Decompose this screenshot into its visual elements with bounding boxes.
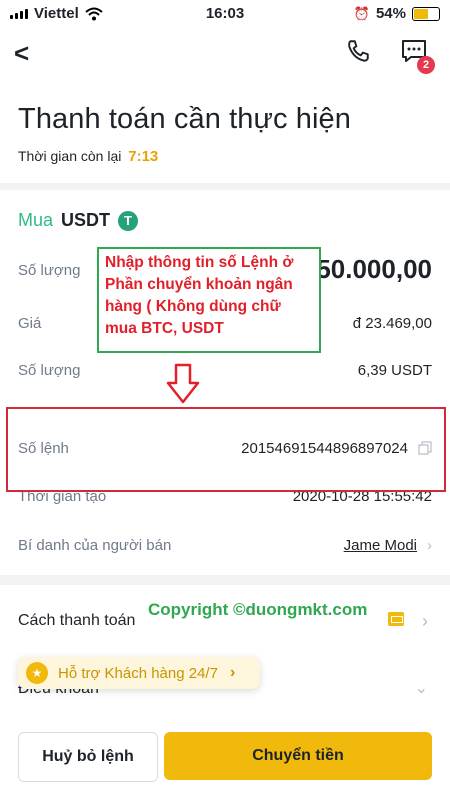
cancel-order-button[interactable]: Huỷ bỏ lệnh	[18, 732, 158, 782]
crypto-amount-value: 6,39 USDT	[357, 362, 432, 379]
page-title: Thanh toán cần thực hiện	[18, 103, 351, 135]
row-label: Số lượng	[18, 362, 81, 379]
asset-label: USDT	[61, 210, 111, 230]
bank-card-icon	[388, 612, 404, 626]
countdown-value: 7:13	[128, 148, 159, 165]
alarm-icon: ⏰	[353, 5, 370, 21]
chevron-down-icon: ⌄	[414, 680, 428, 697]
chevron-right-icon: ›	[229, 664, 236, 681]
annotation-arrow-icon	[166, 363, 200, 404]
seller-name-link[interactable]: Jame Modi	[344, 537, 417, 554]
watermark: Copyright ©duongmkt.com	[148, 600, 368, 619]
side-label: Mua	[18, 210, 54, 230]
chat-unread-badge: 2	[417, 56, 435, 74]
transfer-button[interactable]: Chuyển tiền	[164, 732, 432, 780]
seller-value[interactable]: Jame Modi ›	[344, 537, 432, 554]
header: < 2 Thanh toán cần thực hiện Thời gian c…	[0, 28, 450, 183]
bottom-action-bar: Huỷ bỏ lệnh Chuyển tiền	[0, 720, 450, 800]
back-arrow-icon[interactable]: <	[14, 38, 29, 69]
battery-icon	[412, 6, 440, 21]
battery-percent: 54%	[375, 5, 406, 22]
customer-support-button[interactable]: ★ Hỗ trợ Khách hàng 24/7 ›	[18, 657, 260, 689]
support-icon: ★	[26, 662, 48, 684]
chevron-right-icon: ›	[427, 537, 432, 554]
support-label: Hỗ trợ Khách hàng 24/7	[58, 664, 218, 682]
row-label: Số lượng	[18, 262, 81, 279]
countdown: Thời gian còn lại 7:13	[18, 148, 158, 165]
battery-fill	[414, 8, 429, 19]
price-value: đ 23.469,00	[352, 315, 432, 332]
annotation-note: Nhập thông tin số Lệnh ở Phần chuyển kho…	[97, 247, 321, 353]
phone-icon[interactable]	[345, 38, 371, 64]
tether-icon: T	[118, 210, 139, 231]
payment-method-label: Cách thanh toán	[18, 612, 136, 629]
order-side: Mua USDT T	[18, 210, 139, 231]
countdown-label: Thời gian còn lại	[18, 148, 122, 164]
chevron-right-icon: ›	[422, 611, 428, 631]
seller-row: Bí danh của người bán Jame Modi ›	[18, 537, 432, 554]
payment-method-row[interactable]: Cách thanh toán ›	[0, 585, 450, 660]
order-number-highlight	[6, 407, 446, 492]
row-label: Bí danh của người bán	[18, 537, 172, 554]
row-label: Giá	[18, 315, 42, 332]
status-bar: Viettel 16:03 ⏰ 54%	[0, 0, 450, 28]
crypto-amount-row: Số lượng 6,39 USDT	[18, 362, 432, 379]
